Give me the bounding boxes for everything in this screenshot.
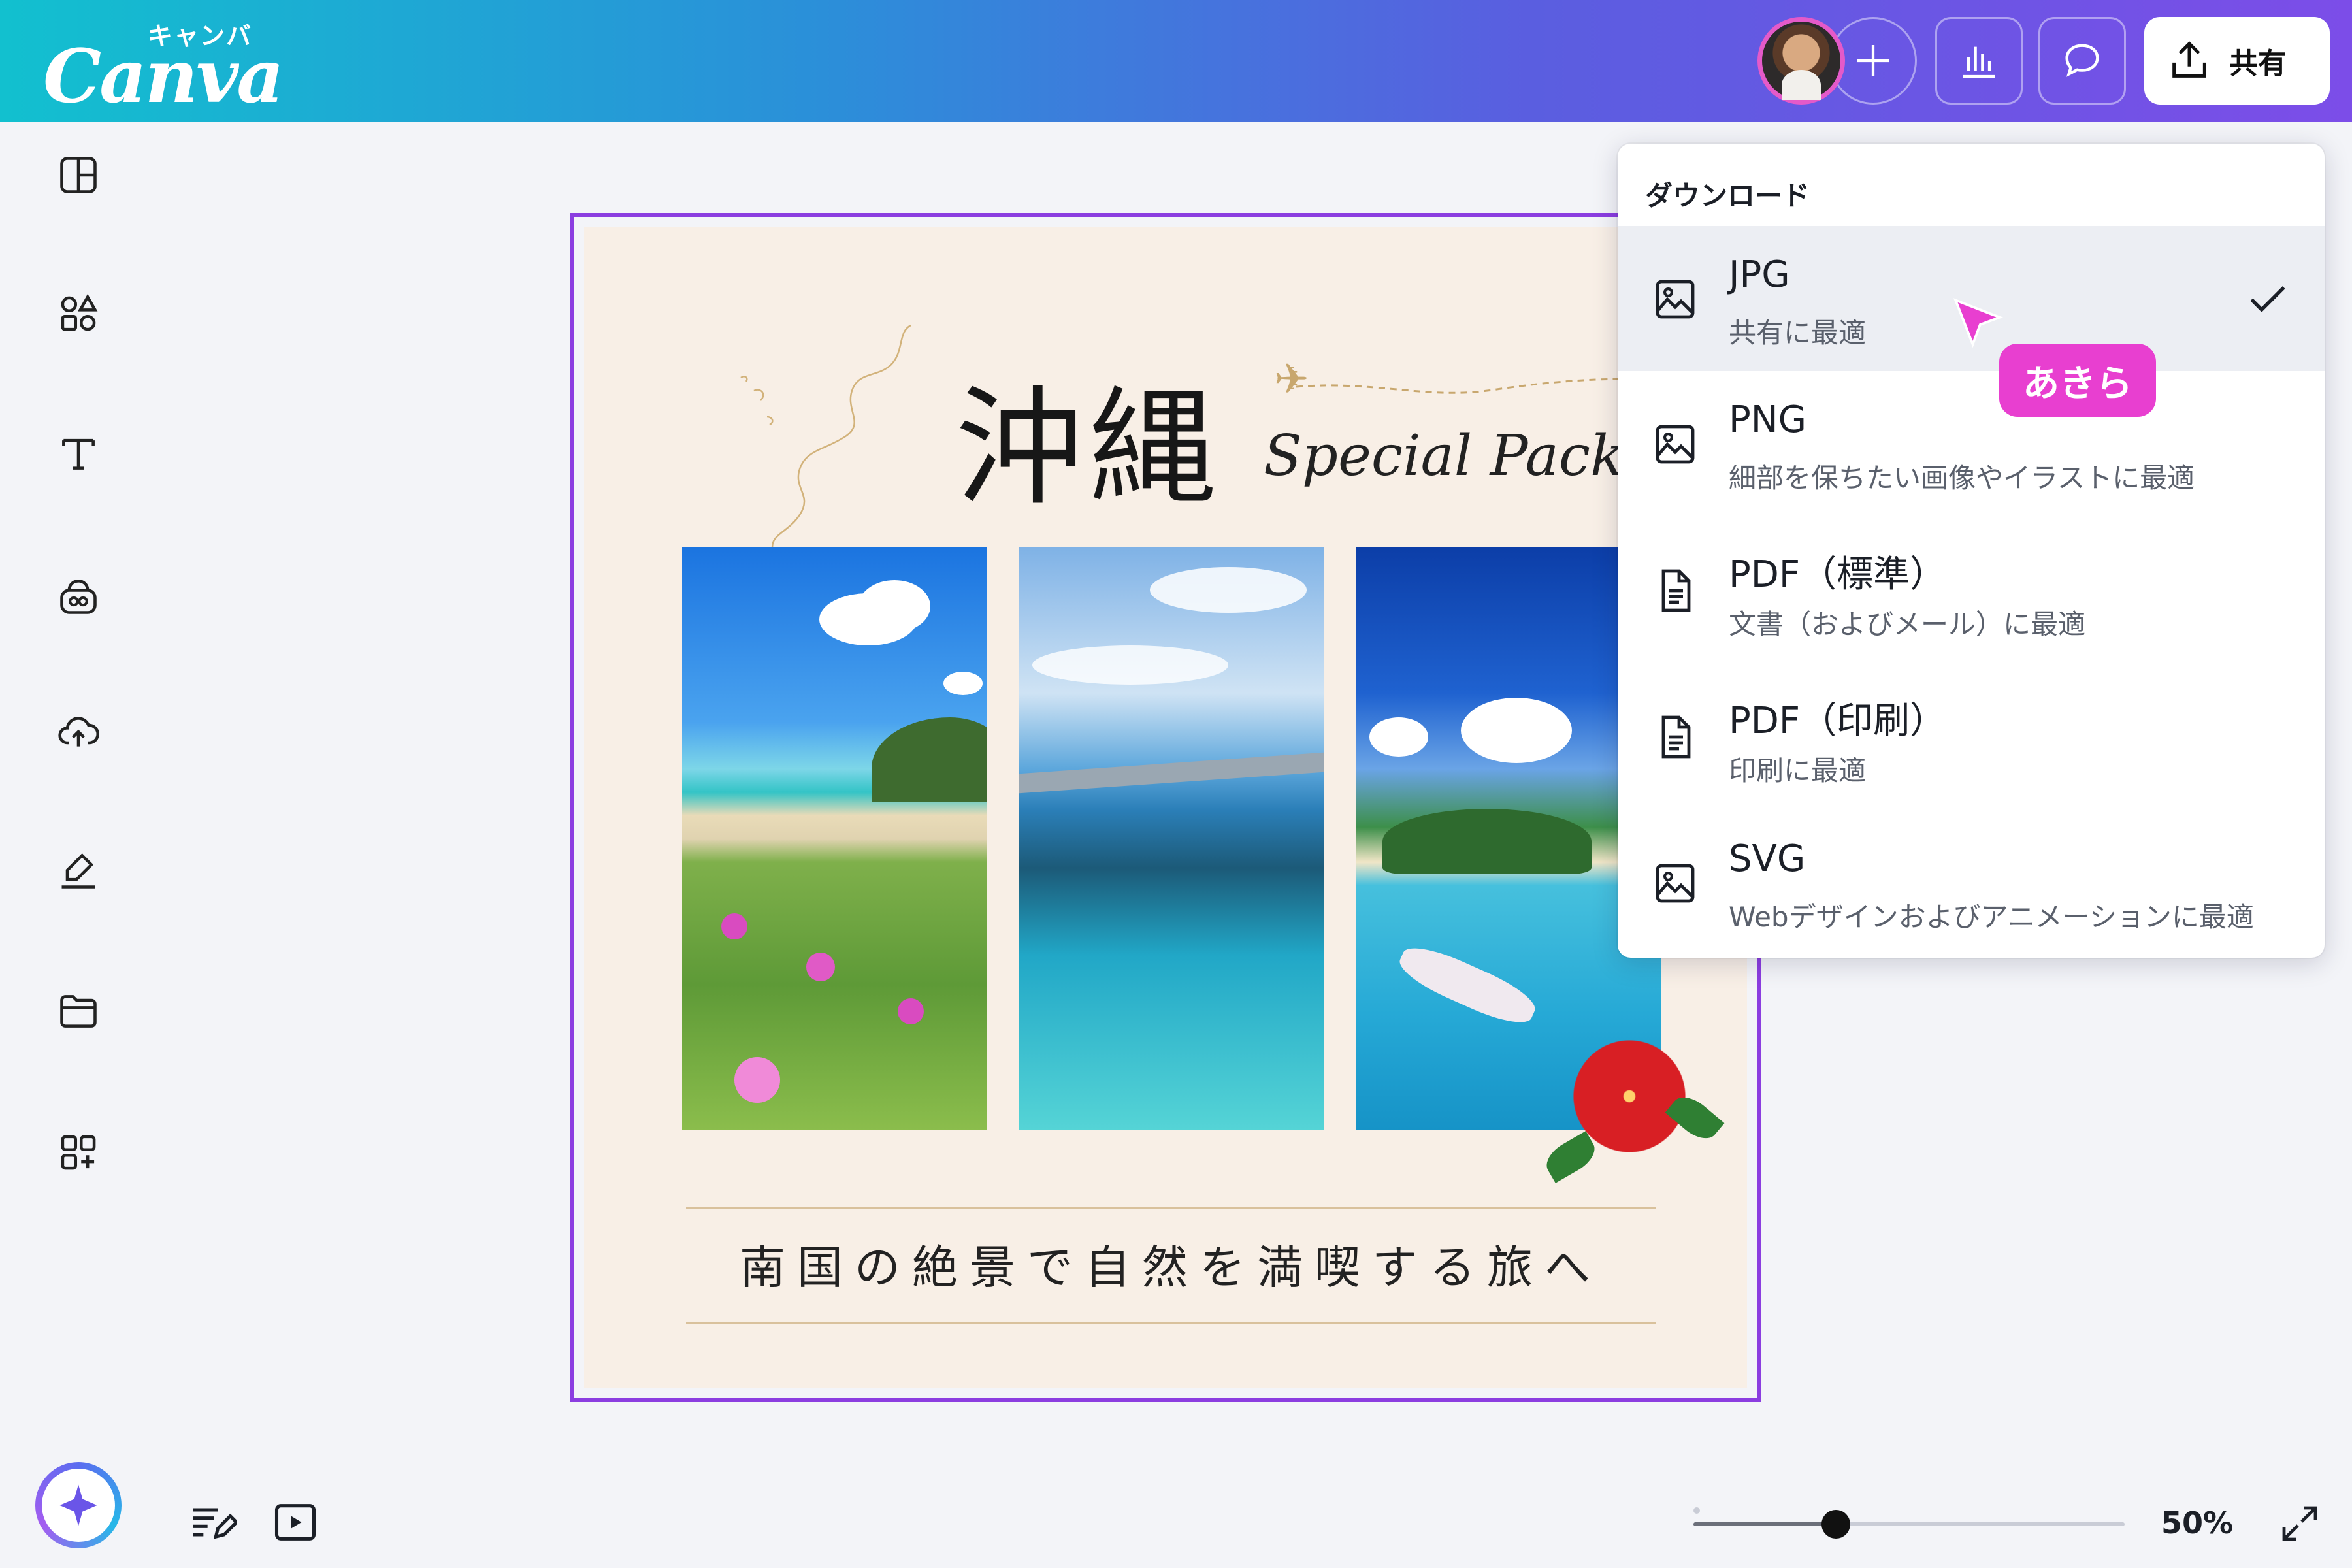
beach-flowers-photo[interactable] (682, 547, 987, 1130)
download-option-name: PNG (1729, 399, 1807, 441)
sparkle-icon (59, 1484, 97, 1526)
download-option-name: PDF（印刷） (1729, 700, 1947, 742)
download-option-name: PDF（標準） (1729, 553, 1947, 596)
user-avatar[interactable] (1757, 17, 1845, 105)
rail-apps-button[interactable] (52, 1126, 105, 1179)
comment-icon (2065, 44, 2099, 77)
design-canvas[interactable]: ✈ 沖縄 Special Package 南国の絶景で自然を満喫する旅へ (570, 213, 1761, 1402)
download-option-description: 共有に最適 (1729, 317, 1867, 349)
rail-elements-button[interactable] (52, 287, 105, 340)
present-icon[interactable] (270, 1497, 320, 1547)
rail-draw-button[interactable] (52, 844, 105, 896)
divider-line (686, 1322, 1656, 1324)
document-icon (1661, 569, 1691, 612)
collaborator-name-tag: あきら (1999, 344, 2156, 417)
collaborator-cursor-icon (1953, 298, 2004, 348)
design-title-jp[interactable]: 沖縄 (955, 345, 1222, 530)
download-option-description: 印刷に最適 (1729, 755, 1867, 787)
rail-uploads-button[interactable] (52, 706, 105, 758)
download-option-svg[interactable]: SVG Webデザインおよびアニメーションに最適 (1618, 810, 2325, 955)
image-icon (1656, 425, 1695, 464)
folder-icon (60, 995, 97, 1028)
share-button[interactable]: 共有 (2144, 17, 2330, 105)
draw-icon (61, 853, 95, 889)
download-option-name: SVG (1729, 838, 1806, 880)
download-dropdown: ダウンロード JPG 共有に最適 PNG 細部を保ちたい画像やイラストに最適 P… (1618, 144, 2325, 958)
zoom-slider[interactable] (1693, 1510, 2125, 1539)
zoom-slider-thumb[interactable] (1821, 1510, 1850, 1539)
bridge-shape (1019, 752, 1324, 794)
brand-icon (60, 580, 97, 614)
fullscreen-icon[interactable] (2276, 1500, 2323, 1547)
zoom-slider-min-dot (1693, 1507, 1700, 1514)
shapes-icon (61, 293, 98, 331)
bar-chart-icon (1963, 46, 1995, 78)
rail-projects-button[interactable] (52, 985, 105, 1037)
zoom-slider-fill (1693, 1522, 1836, 1526)
notes-icon[interactable] (187, 1497, 237, 1547)
download-option-description: 文書（およびメール）に最適 (1729, 608, 2086, 640)
zoom-level-label[interactable]: 50% (2161, 1505, 2233, 1541)
rail-design-button[interactable] (52, 149, 105, 201)
plus-icon (1857, 45, 1889, 76)
flight-path-line (1296, 378, 1669, 394)
apps-icon (61, 1135, 96, 1170)
download-option-png[interactable]: PNG 細部を保ちたい画像やイラストに最適 (1618, 371, 2325, 516)
download-option-description: Webデザインおよびアニメーションに最適 (1729, 901, 2254, 933)
image-icon (1656, 864, 1695, 903)
cloud-upload-icon (58, 717, 100, 747)
upload-icon (2172, 41, 2206, 78)
checkmark-icon (2250, 286, 2285, 312)
canva-logo[interactable]: キャンバ Canva (43, 18, 284, 120)
magic-assistant-button[interactable] (35, 1462, 122, 1548)
top-bar: キャンバ Canva 共有 (0, 0, 2352, 122)
insights-button[interactable] (1935, 17, 2023, 105)
download-option-pdf-print[interactable]: PDF（印刷） 印刷に最適 (1618, 664, 2325, 809)
download-menu-title: ダウンロード (1645, 180, 1810, 212)
design-page[interactable]: ✈ 沖縄 Special Package 南国の絶景で自然を満喫する旅へ (584, 227, 1747, 1388)
logo-wordmark: Canva (43, 34, 284, 120)
text-icon (62, 438, 95, 470)
share-label: 共有 (2229, 47, 2287, 80)
rail-brand-button[interactable] (52, 570, 105, 622)
layout-icon (60, 157, 97, 193)
download-option-description: 細部を保ちたい画像やイラストに最適 (1729, 462, 2195, 494)
comments-button[interactable] (2038, 17, 2126, 105)
document-icon (1661, 715, 1691, 759)
image-icon (1656, 280, 1695, 319)
divider-line (686, 1207, 1656, 1209)
download-option-pdf-standard[interactable]: PDF（標準） 文書（およびメール）に最適 (1618, 517, 2325, 662)
rail-text-button[interactable] (52, 427, 105, 480)
download-option-name: JPG (1729, 253, 1790, 296)
design-subtitle[interactable]: 南国の絶景で自然を満喫する旅へ (686, 1231, 1656, 1297)
bridge-sea-photo[interactable] (1019, 547, 1324, 1130)
